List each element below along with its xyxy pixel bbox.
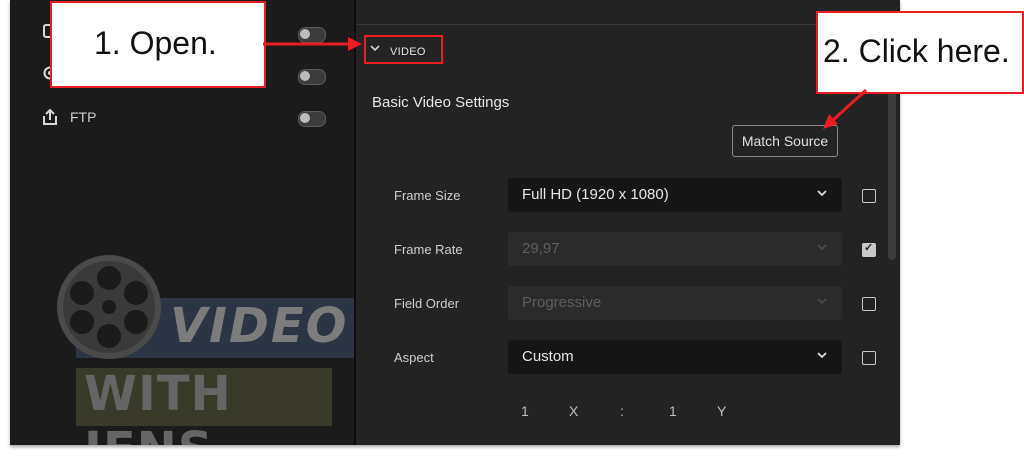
watermark-line-2: WITH JENS [84, 366, 232, 445]
aspect-label: Aspect [394, 350, 434, 365]
frame-size-checkbox[interactable] [862, 189, 876, 203]
frame-rate-select: 29,97 [508, 232, 842, 266]
frame-rate-label: Frame Rate [394, 242, 463, 257]
field-order-label: Field Order [394, 296, 460, 311]
aspect-separator: : [620, 403, 624, 419]
aspect-x-label: X [569, 403, 579, 419]
ftp-toggle[interactable] [298, 111, 326, 127]
settings-scrollbar[interactable] [888, 80, 896, 260]
aspect-value: Custom [522, 348, 574, 365]
chevron-down-icon [816, 240, 828, 256]
ftp-label: FTP [70, 109, 97, 125]
aspect-checkbox[interactable] [862, 351, 876, 365]
step2-callout: 2. Click here. [816, 11, 1024, 94]
chevron-down-icon [816, 294, 828, 310]
publish-toggle-1[interactable] [298, 27, 326, 43]
aspect-select[interactable]: Custom [508, 340, 842, 374]
step1-text: 1. Open. [94, 25, 217, 61]
step2-text: 2. Click here. [823, 33, 1010, 69]
frame-size-value: Full HD (1920 x 1080) [522, 186, 669, 203]
field-order-value: Progressive [522, 294, 602, 311]
frame-size-select[interactable]: Full HD (1920 x 1080) [508, 178, 842, 212]
aspect-y-label: Y [717, 403, 727, 419]
video-highlight-box [364, 35, 443, 64]
aspect-height-value[interactable]: 1 [669, 403, 677, 419]
checkmark-icon: ✓ [864, 242, 874, 254]
step1-callout: 1. Open. [50, 1, 266, 88]
frame-rate-checkbox[interactable]: ✓ [862, 242, 876, 257]
frame-rate-value: 29,97 [522, 240, 560, 257]
video-with-jens-watermark: VIDEO WITH JENS [40, 248, 360, 445]
frame-size-label: Frame Size [394, 188, 461, 203]
chevron-down-icon [816, 186, 828, 202]
match-source-button[interactable]: Match Source [732, 125, 838, 157]
field-order-checkbox[interactable] [862, 297, 876, 311]
watermark-line-1: VIDEO [170, 298, 349, 354]
basic-video-settings-heading: Basic Video Settings [372, 94, 510, 111]
publish-toggle-2[interactable] [298, 69, 326, 85]
share-upload-icon [40, 108, 60, 128]
publish-row-ftp[interactable]: FTP [10, 104, 350, 134]
aspect-width-value[interactable]: 1 [521, 403, 529, 419]
film-reel-icon [57, 255, 161, 359]
chevron-down-icon [816, 348, 828, 364]
field-order-select: Progressive [508, 286, 842, 320]
